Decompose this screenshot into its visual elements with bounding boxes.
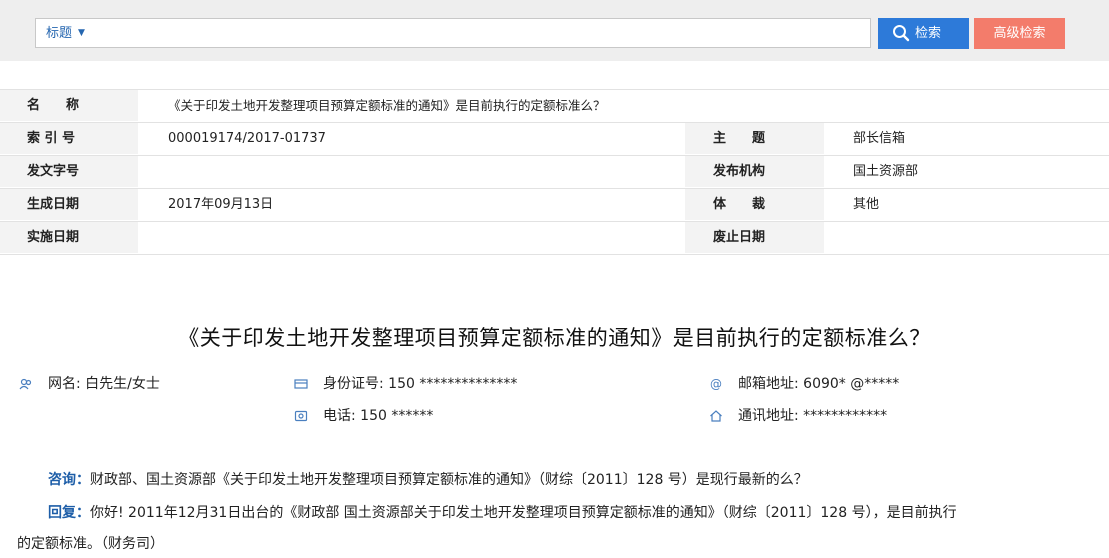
question-paragraph: 咨询：财政部、国土资源部《关于印发土地开发整理项目预算定额标准的通知》（财综〔2… (48, 466, 1098, 494)
search-button-label: 检索 (915, 26, 942, 41)
publisher-label: 发布机构 (685, 156, 824, 187)
idcard-text: 身份证号: 150 ************** (323, 376, 518, 392)
phone-text: 电话: 150 ****** (323, 408, 434, 424)
meta-row-effective: 实施日期 废止日期 (0, 222, 1109, 255)
advanced-search-button[interactable]: 高级检索 (974, 18, 1065, 49)
meta-row-index: 索 引 号 000019174/2017-01737 主 题 部长信箱 (0, 123, 1109, 156)
search-field[interactable]: 标题 ▼ (35, 18, 871, 48)
chevron-down-icon: ▼ (78, 28, 85, 38)
reply-paragraph-continued: 的定额标准。（财务司） (17, 530, 1097, 558)
index-label: 索 引 号 (0, 123, 138, 154)
reply-text-line1: 你好! 2011年12月31日出台的《财政部 国土资源部关于印发土地开发整理项目… (90, 505, 957, 521)
email-text: 邮箱地址: 6090* @***** (738, 376, 900, 392)
name-value: 《关于印发土地开发整理项目预算定额标准的通知》是目前执行的定额标准么？ (168, 98, 606, 113)
search-icon (893, 25, 910, 42)
at-icon: @ (710, 377, 722, 391)
meta-row-name: 名 称 《关于印发土地开发整理项目预算定额标准的通知》是目前执行的定额标准么？ (0, 89, 1109, 123)
date-label: 生成日期 (0, 189, 138, 220)
question-tag: 咨询： (48, 472, 90, 488)
id-card-icon (294, 377, 308, 391)
user-icon (19, 377, 33, 391)
genre-value: 其他 (853, 197, 880, 212)
username-text: 网名: 白先生/女士 (48, 376, 160, 392)
reply-tag: 回复： (48, 505, 90, 521)
genre-label: 体 裁 (685, 189, 824, 220)
reply-text-line2: 的定额标准。（财务司） (17, 536, 164, 552)
subject-label: 主 题 (685, 123, 824, 154)
search-input[interactable] (120, 21, 864, 47)
subject-value: 部长信箱 (853, 131, 906, 146)
question-text: 财政部、国土资源部《关于印发土地开发整理项目预算定额标准的通知》（财综〔2011… (90, 472, 808, 488)
address-text: 通讯地址: ************ (738, 408, 888, 424)
index-value: 000019174/2017-01737 (168, 131, 326, 146)
phone-icon (294, 409, 308, 423)
reply-paragraph: 回复：你好! 2011年12月31日出台的《财政部 国土资源部关于印发土地开发整… (48, 499, 1108, 527)
date-value: 2017年09月13日 (168, 197, 274, 212)
search-scope-label: 标题 (46, 26, 73, 41)
name-label: 名 称 (0, 90, 138, 121)
search-scope-dropdown[interactable]: 标题 ▼ (46, 19, 85, 50)
effective-label: 实施日期 (0, 222, 138, 253)
home-icon (709, 409, 723, 423)
search-bar: 标题 ▼ 检索 高级检索 (0, 0, 1109, 61)
search-button[interactable]: 检索 (878, 18, 969, 49)
expiry-label: 废止日期 (685, 222, 824, 253)
docno-label: 发文字号 (0, 156, 138, 187)
meta-row-docno: 发文字号 发布机构 国土资源部 (0, 156, 1109, 189)
meta-row-date: 生成日期 2017年09月13日 体 裁 其他 (0, 189, 1109, 222)
page-title: 《关于印发土地开发整理项目预算定额标准的通知》是目前执行的定额标准么？ (178, 326, 931, 350)
document-meta-table: 名 称 《关于印发土地开发整理项目预算定额标准的通知》是目前执行的定额标准么？ … (0, 89, 1109, 255)
publisher-value: 国土资源部 (853, 164, 919, 179)
